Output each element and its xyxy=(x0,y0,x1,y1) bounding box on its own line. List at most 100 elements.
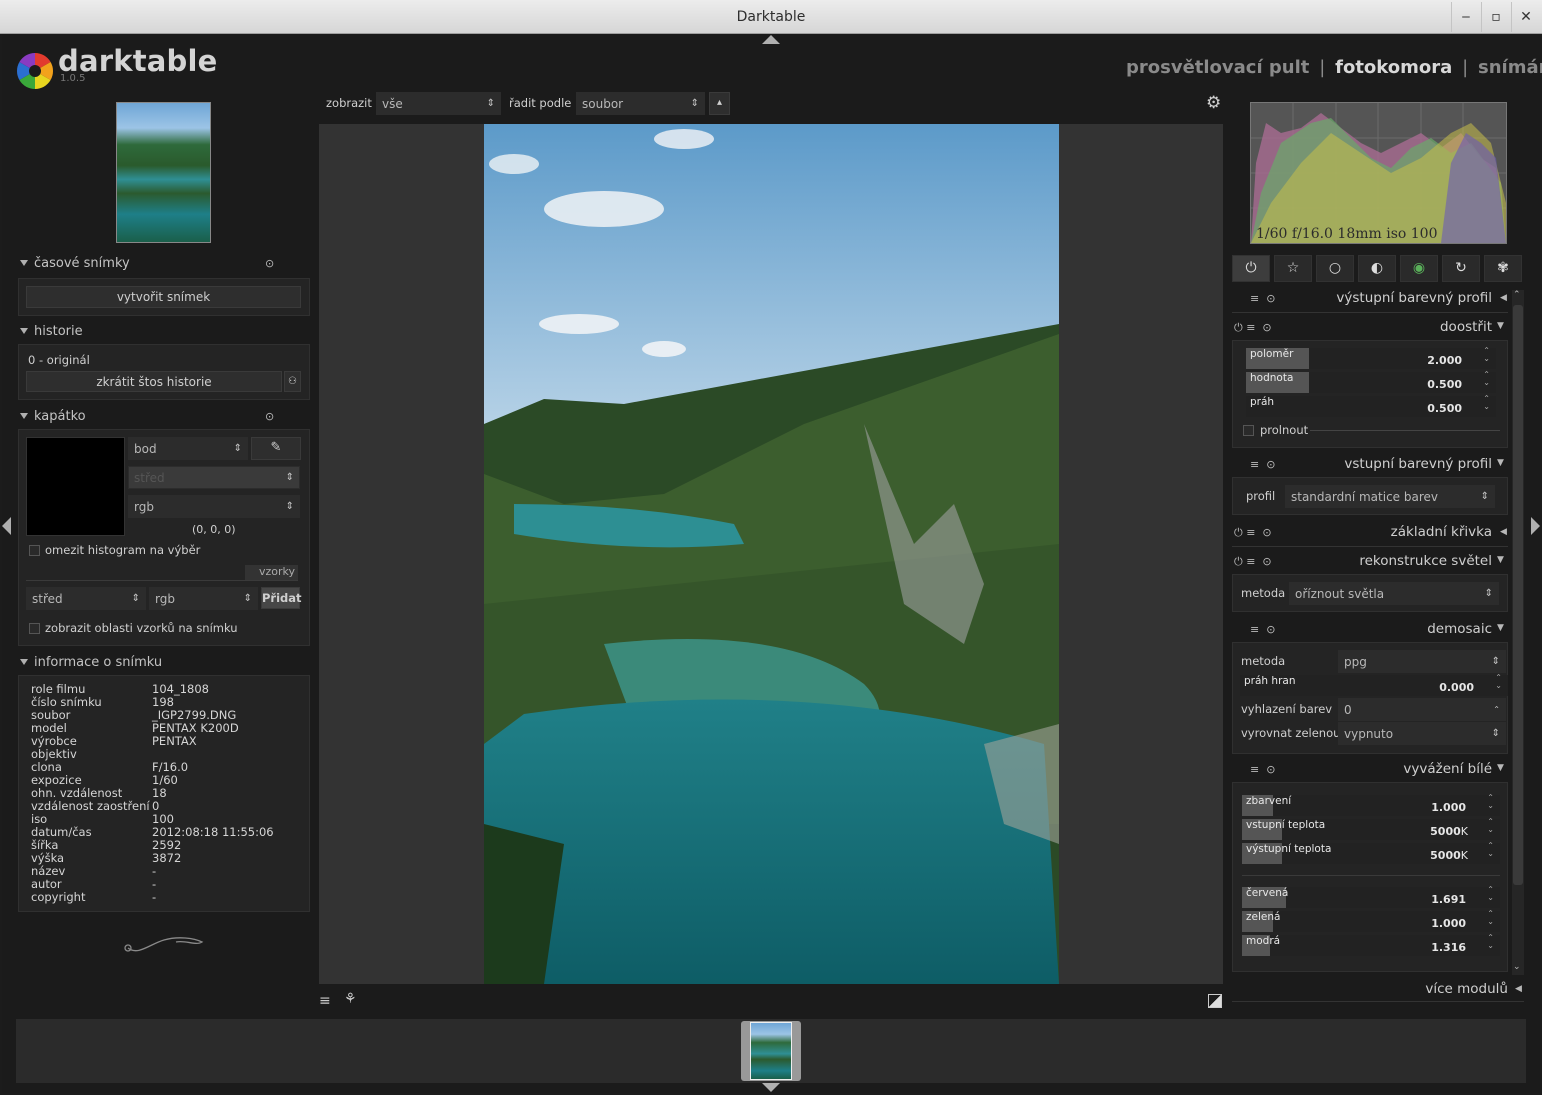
picker-header[interactable]: kapátko xyxy=(20,409,86,424)
collapse-down-icon[interactable]: ▼ xyxy=(1497,555,1504,565)
edge-threshold-slider[interactable]: práh hran 0.000 ⌃ ⌄ xyxy=(1240,674,1508,696)
close-button[interactable]: ✕ xyxy=(1511,2,1540,32)
collapse-down-icon[interactable]: ▼ xyxy=(1497,321,1504,331)
center-image[interactable] xyxy=(484,124,1059,984)
add-sample-button[interactable]: Přidat xyxy=(261,587,302,609)
presets-icon[interactable]: ≡ ⊙ xyxy=(1250,458,1275,471)
expand-left-icon[interactable]: ◀ xyxy=(1500,293,1507,303)
module-white-balance[interactable]: vyvážení bílé xyxy=(1300,761,1492,777)
info-value: 3872 xyxy=(152,851,182,865)
view-lighttable[interactable]: prosvětlovací pult xyxy=(1126,57,1309,78)
input-temperature-slider[interactable]: vstupní teplota 5000K ⌃ ⌄ xyxy=(1242,818,1500,840)
presets-icon[interactable]: ≡ ⊙ xyxy=(1250,623,1275,636)
module-demosaic[interactable]: demosaic xyxy=(1300,621,1492,637)
output-temperature-slider[interactable]: výstupní teplota 5000K ⌃ ⌄ xyxy=(1242,842,1500,864)
sharpen-threshold-slider[interactable]: práh 0.500 ⌃ ⌄ xyxy=(1246,395,1496,417)
tone-group-icon[interactable]: ◐ xyxy=(1358,255,1396,282)
overexposure-toggle-icon[interactable] xyxy=(1208,994,1222,1008)
collapse-triangle-icon xyxy=(20,659,28,665)
favorites-icon[interactable]: ☆ xyxy=(1274,255,1312,282)
scrollbar-thumb[interactable] xyxy=(1513,305,1523,885)
presets-icon[interactable]: ≡ ⊙ xyxy=(1250,763,1275,776)
presets-icon[interactable]: ≡ ⊙ xyxy=(1250,292,1275,305)
info-key: výrobce xyxy=(31,734,77,748)
reset-icon[interactable]: ⊙ xyxy=(265,257,274,270)
blend-checkbox[interactable] xyxy=(1243,425,1254,436)
create-snapshot-button[interactable]: vytvořit snímek xyxy=(26,286,301,308)
info-row: název - xyxy=(31,865,301,878)
view-darkroom[interactable]: fotokomora xyxy=(1335,57,1452,78)
green-slider[interactable]: zelená 1.000 ⌃ ⌄ xyxy=(1242,910,1500,932)
image-info-header[interactable]: informace o snímku xyxy=(20,655,162,670)
menu-icon[interactable]: ≡ xyxy=(319,993,331,1009)
effect-group-icon[interactable]: ✾ xyxy=(1484,255,1522,282)
maximize-button[interactable]: ▫ xyxy=(1481,2,1510,32)
navigation-thumbnail[interactable] xyxy=(116,102,211,243)
eyedropper-icon[interactable]: ✎ xyxy=(251,437,301,460)
highlights-method-select[interactable]: oříznout světla ⇕ xyxy=(1289,582,1499,605)
color-smoothing-label: vyhlazení barev xyxy=(1241,702,1333,716)
module-power-icons[interactable]: ⏻ ≡ ⊙ xyxy=(1234,555,1272,569)
right-panel-toggle-icon[interactable] xyxy=(1531,517,1540,535)
history-header[interactable]: historie xyxy=(20,324,83,339)
match-greens-select[interactable]: vypnuto ⇕ xyxy=(1338,722,1506,745)
sort-by-select[interactable]: soubor ⇕ xyxy=(576,92,705,115)
restrict-histogram-checkbox[interactable] xyxy=(29,545,40,556)
show-sample-areas-checkbox[interactable] xyxy=(29,623,40,634)
spin-arrows-icon: ⇕ xyxy=(1491,656,1500,667)
module-input-profile[interactable]: vstupní barevný profil xyxy=(1300,456,1492,472)
app-version: 1.0.5 xyxy=(60,73,86,84)
compress-history-button[interactable]: zkrátit štos historie xyxy=(26,371,282,392)
module-power-icons[interactable]: ⏻ ≡ ⊙ xyxy=(1234,526,1272,540)
scroll-down-icon[interactable]: ⌄ xyxy=(1513,962,1521,972)
show-filter-select[interactable]: vše ⇕ xyxy=(376,92,501,115)
sample-stat-select[interactable]: střed ⇕ xyxy=(26,587,146,610)
demosaic-method-select[interactable]: ppg ⇕ xyxy=(1338,650,1506,673)
basic-group-icon[interactable]: ○ xyxy=(1316,255,1354,282)
module-output-profile[interactable]: výstupní barevný profil xyxy=(1300,290,1492,306)
collapse-down-icon[interactable]: ▼ xyxy=(1497,763,1504,773)
divider xyxy=(26,580,298,581)
expand-left-icon[interactable]: ◀ xyxy=(1515,984,1522,994)
color-group-icon[interactable]: ◉ xyxy=(1400,255,1438,282)
collapse-down-icon[interactable]: ▼ xyxy=(1497,458,1504,468)
left-panel-toggle-icon[interactable] xyxy=(2,517,11,535)
sharpen-radius-slider[interactable]: poloměr 2.000 ⌃ ⌄ xyxy=(1246,347,1496,369)
color-smoothing-spinner[interactable]: 0 ⌃ xyxy=(1338,698,1506,721)
sample-model-select[interactable]: rgb ⇕ xyxy=(149,587,258,610)
info-key: číslo snímku xyxy=(31,695,102,709)
reset-icon[interactable]: ⊙ xyxy=(265,410,274,423)
blue-slider[interactable]: modrá 1.316 ⌃ ⌄ xyxy=(1242,934,1500,956)
history-item-original[interactable]: 0 - originál xyxy=(28,353,90,367)
minimize-button[interactable]: ‒ xyxy=(1451,2,1480,32)
sort-direction-button[interactable]: ▴ xyxy=(709,92,730,115)
info-key: šířka xyxy=(31,838,59,852)
scroll-up-icon[interactable]: ⌃ xyxy=(1513,290,1521,300)
bottom-panel-toggle-icon[interactable] xyxy=(762,1083,780,1092)
input-profile-select[interactable]: standardní matice barev ⇕ xyxy=(1285,485,1495,508)
window-title: Darktable xyxy=(736,9,806,25)
red-slider[interactable]: červená 1.691 ⌃ ⌄ xyxy=(1242,886,1500,908)
tint-slider[interactable]: zbarvení 1.000 ⌃ ⌄ xyxy=(1242,794,1500,816)
correct-group-icon[interactable]: ↻ xyxy=(1442,255,1480,282)
picker-mode-select[interactable]: bod ⇕ xyxy=(128,437,248,460)
module-highlight-reconstruction[interactable]: rekonstrukce světel xyxy=(1300,553,1492,569)
picker-model-select[interactable]: rgb ⇕ xyxy=(128,495,300,518)
histogram[interactable]: 1/60 f/16.0 18mm iso 100 xyxy=(1250,102,1507,244)
snapshots-header[interactable]: časové snímky xyxy=(20,256,130,271)
expand-left-icon[interactable]: ◀ xyxy=(1500,527,1507,537)
styles-icon[interactable]: ⚘ xyxy=(344,991,357,1007)
history-style-icon[interactable]: ⚇ xyxy=(284,371,301,392)
top-panel-toggle-icon[interactable] xyxy=(762,35,780,44)
collapse-down-icon[interactable]: ▼ xyxy=(1497,623,1504,633)
view-tethering[interactable]: snímání xyxy=(1478,57,1542,78)
gear-icon[interactable]: ⚙ xyxy=(1206,93,1221,113)
module-sharpen[interactable]: doostřit xyxy=(1300,319,1492,335)
more-modules[interactable]: více modulů xyxy=(1330,981,1508,997)
info-key: objektiv xyxy=(31,747,77,761)
module-power-icons[interactable]: ⏻ ≡ ⊙ xyxy=(1234,321,1272,335)
module-base-curve[interactable]: základní křivka xyxy=(1300,524,1492,540)
filmstrip-thumbnail[interactable] xyxy=(750,1022,792,1080)
power-icon[interactable]: ⏻ xyxy=(1232,255,1270,282)
sharpen-amount-slider[interactable]: hodnota 0.500 ⌃ ⌄ xyxy=(1246,371,1496,393)
